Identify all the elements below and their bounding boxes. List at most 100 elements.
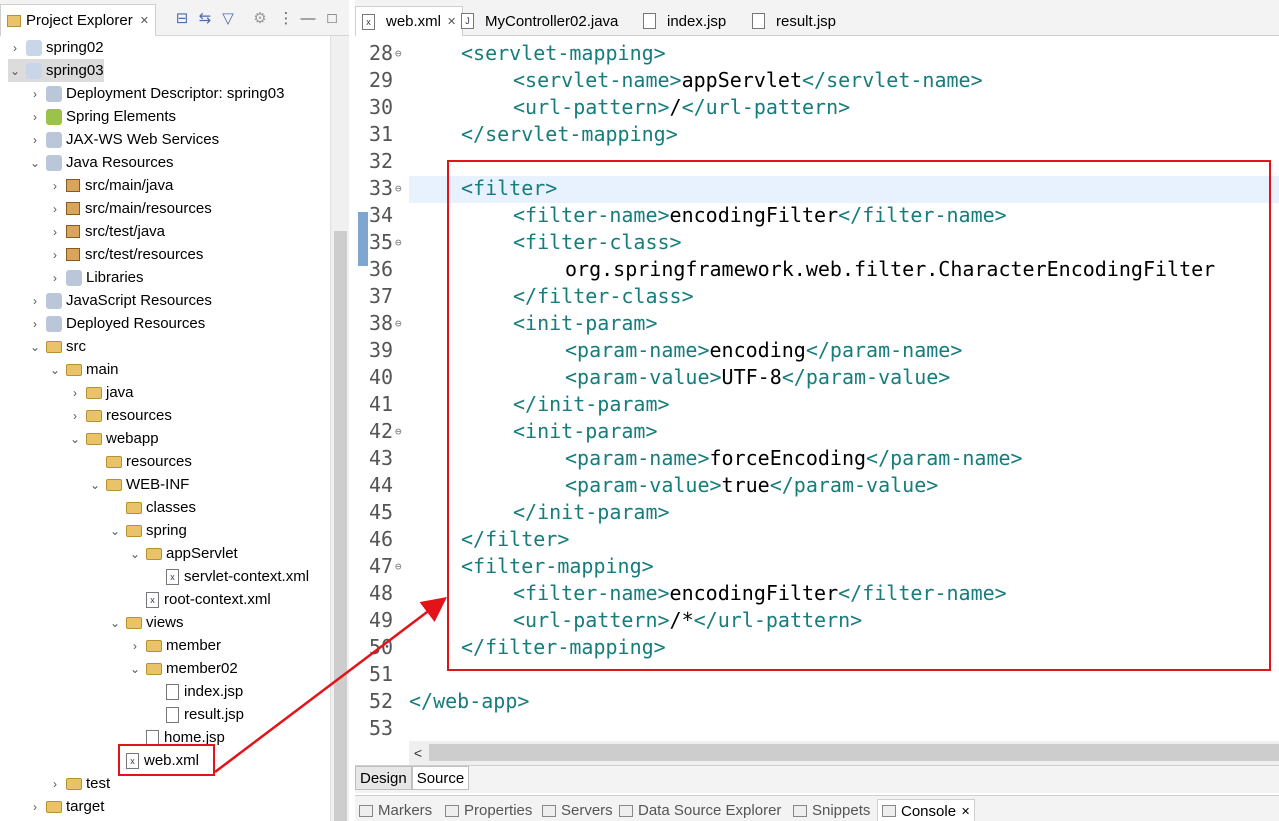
code-line[interactable]: </web-app> [409, 689, 529, 716]
expanded-chevron-icon[interactable]: ⌄ [48, 363, 62, 377]
project-icon [26, 39, 42, 56]
horizontal-scrollbar[interactable]: < [409, 741, 1279, 765]
fold-toggle-icon[interactable]: ⊖ [395, 236, 402, 249]
close-icon[interactable]: ✕ [961, 805, 970, 818]
expanded-chevron-icon[interactable]: ⌄ [68, 432, 82, 446]
collapsed-chevron-icon[interactable]: › [48, 271, 62, 285]
tree-item[interactable]: ⌄ views [108, 611, 184, 634]
expanded-chevron-icon[interactable]: ⌄ [88, 478, 102, 492]
line-number: 40 [369, 365, 394, 389]
tree-item[interactable]: › test [48, 772, 110, 795]
collapsed-chevron-icon[interactable]: › [48, 179, 62, 193]
view-tab[interactable]: Servers [542, 799, 613, 821]
tree-item[interactable]: ⌄ spring03 [8, 59, 104, 82]
view-tab[interactable]: Data Source Explorer [619, 799, 781, 821]
tree-item[interactable]: ⌄ src [28, 335, 86, 358]
tree-item[interactable]: classes [108, 496, 196, 519]
collapsed-chevron-icon[interactable]: › [8, 41, 22, 55]
link-with-editor-icon[interactable]: ⇆ [195, 8, 215, 28]
collapsed-chevron-icon[interactable]: › [68, 386, 82, 400]
xml-tag: <servlet-name> [513, 68, 682, 92]
view-tab[interactable]: Properties [445, 799, 532, 821]
explorer-scroll-thumb[interactable] [334, 231, 347, 821]
fold-toggle-icon[interactable]: ⊖ [395, 47, 402, 60]
code-line[interactable]: <servlet-name>appServlet</servlet-name> [409, 68, 983, 95]
tree-item[interactable]: ⌄ Java Resources [28, 151, 174, 174]
code-line[interactable]: </servlet-mapping> [409, 122, 678, 149]
collapse-all-icon[interactable]: ⊟ [172, 8, 192, 28]
tree-item[interactable]: › src/test/resources [48, 243, 203, 266]
tree-item[interactable]: › src/main/java [48, 174, 173, 197]
fold-toggle-icon[interactable]: ⊖ [395, 317, 402, 330]
collapsed-chevron-icon[interactable]: › [68, 409, 82, 423]
expanded-chevron-icon[interactable]: ⌄ [108, 524, 122, 538]
tree-item[interactable]: result.jsp [148, 703, 244, 726]
horizontal-scroll-thumb[interactable] [429, 744, 1279, 761]
collapsed-chevron-icon[interactable]: › [48, 225, 62, 239]
editor-mode-tab[interactable]: Source [411, 766, 470, 790]
tree-item[interactable]: ⌄ appServlet [128, 542, 238, 565]
editor-tab[interactable]: index.jsp [637, 6, 732, 36]
expanded-chevron-icon[interactable]: ⌄ [28, 156, 42, 170]
view-tab[interactable]: Console ✕ [877, 799, 976, 821]
tree-item[interactable]: › Spring Elements [28, 105, 176, 128]
expanded-chevron-icon[interactable]: ⌄ [28, 340, 42, 354]
tree-item[interactable]: › target [28, 795, 104, 818]
maximize-icon[interactable]: □ [322, 8, 342, 28]
collapsed-chevron-icon[interactable]: › [28, 133, 42, 147]
collapsed-chevron-icon[interactable]: › [48, 777, 62, 791]
tree-item[interactable]: ⌄ main [48, 358, 119, 381]
fold-toggle-icon[interactable]: ⊖ [395, 425, 402, 438]
code-line[interactable]: <servlet-mapping> [409, 41, 666, 68]
tree-item[interactable]: › src/test/java [48, 220, 165, 243]
collapsed-chevron-icon[interactable]: › [28, 800, 42, 814]
fold-toggle-icon[interactable]: ⊖ [395, 182, 402, 195]
expanded-chevron-icon[interactable]: ⌄ [8, 64, 22, 78]
explorer-scrollbar[interactable] [330, 36, 349, 821]
tree-item[interactable]: ⌄ member02 [128, 657, 238, 680]
tree-item[interactable]: › JAX-WS Web Services [28, 128, 219, 151]
view-tab[interactable]: Markers [359, 799, 432, 821]
collapsed-chevron-icon[interactable]: › [48, 248, 62, 262]
collapsed-chevron-icon[interactable]: › [48, 202, 62, 216]
tree-item[interactable]: › Libraries [48, 266, 144, 289]
close-icon[interactable]: ✕ [140, 14, 149, 27]
tree-item[interactable]: x servlet-context.xml [148, 565, 309, 588]
minimize-icon[interactable]: — [298, 8, 318, 28]
view-tab[interactable]: Snippets [793, 799, 870, 821]
scroll-left-icon[interactable]: < [409, 741, 427, 765]
editor-tab[interactable]: J MyController02.java [455, 6, 624, 36]
tree-item[interactable]: › Deployment Descriptor: spring03 [28, 82, 284, 105]
tree-item[interactable]: › src/main/resources [48, 197, 212, 220]
tree-item[interactable]: › spring02 [8, 36, 104, 59]
expanded-chevron-icon[interactable]: ⌄ [128, 547, 142, 561]
tree-item[interactable]: › resources [68, 404, 172, 427]
collapsed-chevron-icon[interactable]: › [28, 294, 42, 308]
tree-item[interactable]: x root-context.xml [128, 588, 271, 611]
editor-mode-tab[interactable]: Design [355, 766, 412, 790]
tree-item[interactable]: index.jsp [148, 680, 243, 703]
view-menu-icon[interactable]: ⋮ [276, 8, 296, 28]
tree-item[interactable]: › Deployed Resources [28, 312, 205, 335]
tree-item[interactable]: ⌄ WEB-INF [88, 473, 189, 496]
collapsed-chevron-icon[interactable]: › [28, 317, 42, 331]
working-set-icon[interactable]: ⚙ [250, 8, 270, 28]
tree-item[interactable]: › member [128, 634, 221, 657]
tree-item[interactable]: ⌄ webapp [68, 427, 159, 450]
project-explorer-tab[interactable]: Project Explorer ✕ [0, 4, 156, 36]
expanded-chevron-icon[interactable]: ⌄ [108, 616, 122, 630]
editor-tab[interactable]: x web.xml ✕ [355, 6, 464, 36]
tree-item[interactable]: › java [68, 381, 134, 404]
tree-item[interactable]: ⌄ spring [108, 519, 187, 542]
fold-toggle-icon[interactable]: ⊖ [395, 560, 402, 573]
collapsed-chevron-icon[interactable]: › [28, 87, 42, 101]
editor-tab[interactable]: result.jsp [746, 6, 842, 36]
collapsed-chevron-icon[interactable]: › [28, 110, 42, 124]
tree-item[interactable]: › JavaScript Resources [28, 289, 212, 312]
expanded-chevron-icon[interactable]: ⌄ [128, 662, 142, 676]
collapsed-chevron-icon[interactable]: › [128, 639, 142, 653]
code-line[interactable]: <url-pattern>/</url-pattern> [409, 95, 850, 122]
project-tree: › spring02 ⌄ spring03 › Deployment Descriptor… [0, 36, 330, 821]
tree-item[interactable]: resources [88, 450, 192, 473]
filter-icon[interactable]: ▽ [218, 8, 238, 28]
